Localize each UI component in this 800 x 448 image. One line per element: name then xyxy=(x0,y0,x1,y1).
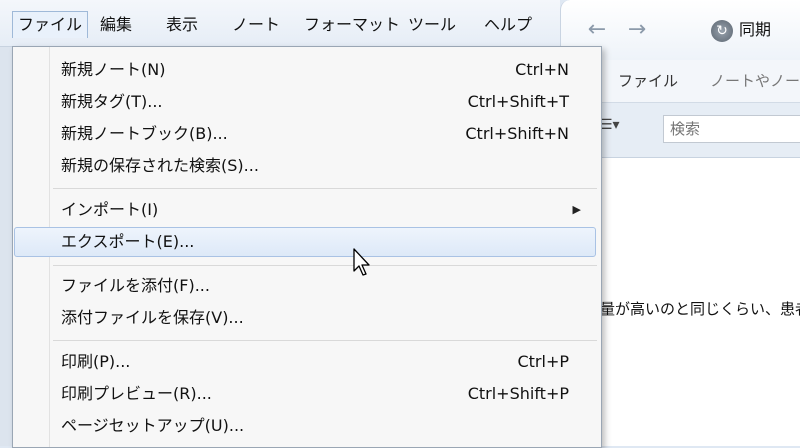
menu-separator xyxy=(53,265,597,266)
menu-item-shortcut: Ctrl+P xyxy=(517,352,569,371)
mouse-cursor-icon xyxy=(353,248,370,276)
menu-item-label: 印刷(P)... xyxy=(61,352,131,371)
arrow-right-icon[interactable]: → xyxy=(623,18,651,42)
search-input[interactable] xyxy=(663,115,800,143)
menu-item-print[interactable]: 印刷(P)... Ctrl+P xyxy=(15,347,597,377)
sync-button[interactable]: ↻ 同期 xyxy=(711,12,797,48)
menu-item-shortcut: Ctrl+N xyxy=(515,60,569,79)
menu-item-shortcut: Ctrl+Shift+N xyxy=(465,124,569,143)
menu-item-shortcut: Ctrl+Shift+P xyxy=(467,384,569,403)
menu-item-export[interactable]: エクスポート(E)... xyxy=(14,227,596,257)
menu-edit[interactable]: 編集 xyxy=(94,12,138,38)
menu-item-label: 新規タグ(T)... xyxy=(61,92,163,111)
menu-item-save-attachment[interactable]: 添付ファイルを保存(V)... xyxy=(15,303,597,333)
tab-notes[interactable]: ノートやノー xyxy=(710,70,800,91)
menu-view[interactable]: 表示 xyxy=(160,12,204,38)
list-view-icon[interactable]: ☰▾ xyxy=(600,117,644,143)
menu-item-new-note[interactable]: 新規ノート(N) Ctrl+N xyxy=(15,55,597,85)
tab-file[interactable]: ファイル xyxy=(618,70,678,91)
menu-note[interactable]: ノート xyxy=(226,12,286,38)
submenu-arrow-icon: ▶ xyxy=(572,203,581,216)
menu-format[interactable]: フォーマット xyxy=(298,12,406,38)
menu-item-import[interactable]: インポート(I) ▶ xyxy=(15,195,597,225)
menu-item-new-saved-search[interactable]: 新規の保存された検索(S)... xyxy=(15,151,597,181)
menu-separator xyxy=(53,340,597,341)
menu-help[interactable]: ヘルプ xyxy=(478,12,538,38)
menu-item-label: ページセットアップ(U)... xyxy=(61,416,245,435)
menu-item-label: 新規ノートブック(B)... xyxy=(61,124,228,143)
menu-item-print-preview[interactable]: 印刷プレビュー(R)... Ctrl+Shift+P xyxy=(15,379,597,409)
menu-separator xyxy=(53,188,597,189)
menu-item-label: 新規ノート(N) xyxy=(61,60,166,79)
background-strip xyxy=(0,47,12,446)
menu-item-label: エクスポート(E)... xyxy=(61,232,195,251)
menu-item-new-tag[interactable]: 新規タグ(T)... Ctrl+Shift+T xyxy=(15,87,597,117)
arrow-left-icon[interactable]: ← xyxy=(583,18,611,42)
menu-tools[interactable]: ツール xyxy=(402,12,462,38)
sync-label: 同期 xyxy=(739,20,772,39)
menu-file[interactable]: ファイル xyxy=(12,11,89,38)
menu-item-attach-file[interactable]: ファイルを添付(F)... xyxy=(15,271,597,301)
sync-icon: ↻ xyxy=(711,19,733,42)
menu-item-label: 新規の保存された検索(S)... xyxy=(61,156,259,175)
menu-item-new-notebook[interactable]: 新規ノートブック(B)... Ctrl+Shift+N xyxy=(15,119,597,149)
note-snippet: 量が高いのと同じくらい、患者 xyxy=(600,300,800,318)
menu-item-label: 添付ファイルを保存(V)... xyxy=(61,308,244,327)
menu-item-label: 印刷プレビュー(R)... xyxy=(61,384,212,403)
menu-item-page-setup[interactable]: ページセットアップ(U)... xyxy=(15,411,597,441)
file-menu-dropdown: 新規ノート(N) Ctrl+N 新規タグ(T)... Ctrl+Shift+T … xyxy=(12,46,602,448)
menu-item-shortcut: Ctrl+Shift+T xyxy=(467,92,569,111)
menu-item-label: インポート(I) xyxy=(61,200,159,219)
menu-item-label: ファイルを添付(F)... xyxy=(61,276,210,295)
menu-bar: ファイル 編集 表示 ノート フォーマット ツール ヘルプ xyxy=(0,0,560,47)
